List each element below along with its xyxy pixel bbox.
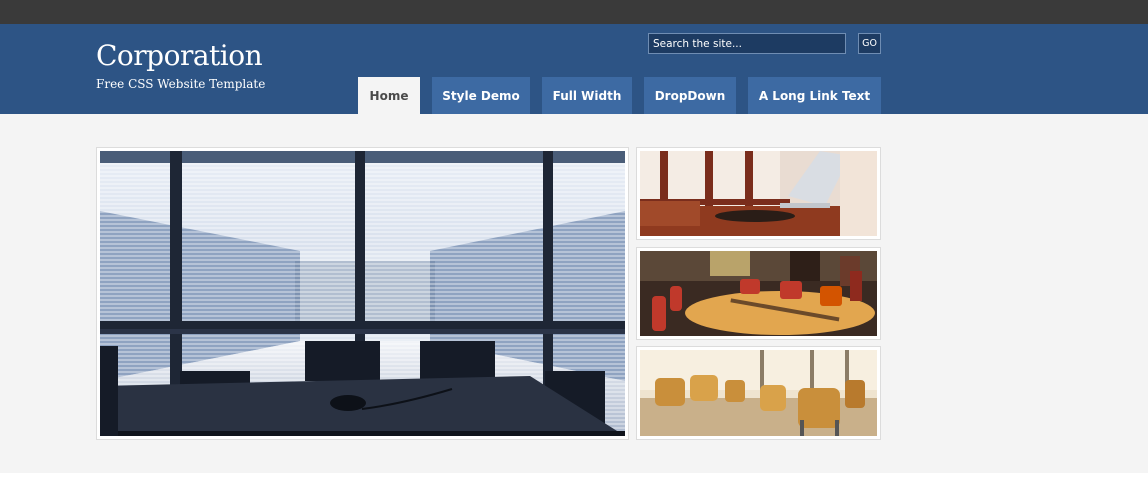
- cafeteria-chairs-photo: [640, 350, 877, 436]
- site-header: Corporation Free CSS Website Template GO…: [0, 24, 1148, 114]
- thumbnail-2-frame[interactable]: [636, 247, 881, 340]
- search-input[interactable]: [648, 33, 846, 54]
- nav-tab-long-link[interactable]: A Long Link Text: [748, 77, 881, 114]
- site-title[interactable]: Corporation: [96, 39, 263, 72]
- content-area: [0, 114, 1148, 473]
- nav-tab-dropdown[interactable]: DropDown: [644, 77, 736, 114]
- nav-tab-home[interactable]: Home: [358, 77, 420, 114]
- top-bar: [0, 0, 1148, 24]
- nav-tab-full-width[interactable]: Full Width: [542, 77, 632, 114]
- laptop-lounge-photo: [640, 151, 877, 236]
- nav-tab-style-demo[interactable]: Style Demo: [432, 77, 530, 114]
- office-atrium-photo: [100, 151, 625, 436]
- main-photo-frame[interactable]: [96, 147, 629, 440]
- thumbnail-1-frame[interactable]: [636, 147, 881, 240]
- site-tagline: Free CSS Website Template: [96, 77, 266, 91]
- conference-room-photo: [640, 251, 877, 336]
- thumbnail-3-frame[interactable]: [636, 346, 881, 440]
- search-go-button[interactable]: GO: [858, 33, 881, 54]
